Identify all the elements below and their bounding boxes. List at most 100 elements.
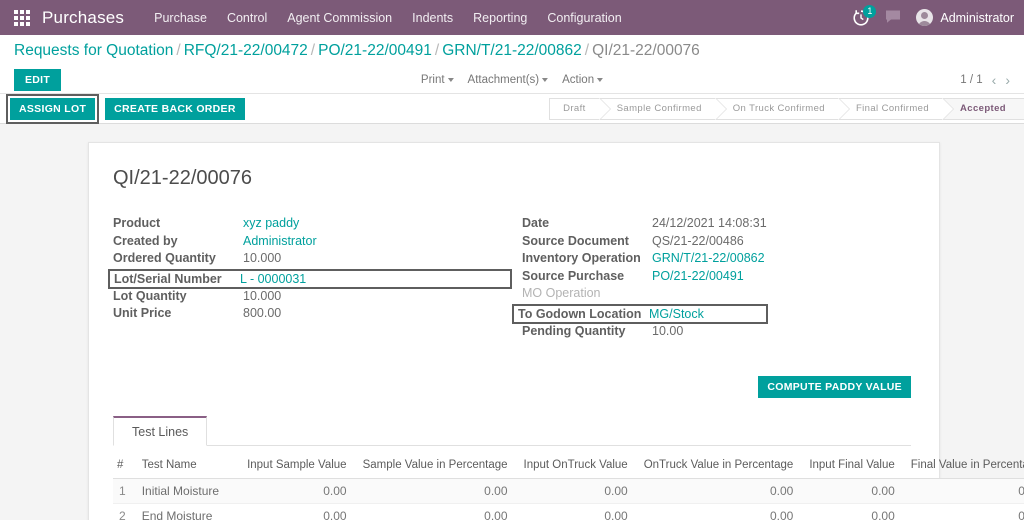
notebook: Test Lines # Test Name Input Sample Valu… [113,415,1024,520]
cell-final-value-percentage: 0.00 [902,478,1024,504]
column-header-input-sample-value: Input Sample Value [239,454,355,479]
field-label-unit-price: Unit Price [113,306,172,321]
breadcrumb-separator: / [176,42,181,59]
create-back-order-button[interactable]: Create Back Order [105,97,245,120]
field-label-source-document: Source Document [522,233,629,248]
chat-bubble-icon[interactable] [884,9,902,27]
app-brand-title[interactable]: Purchases [42,8,124,28]
menu-item-purchase[interactable]: Purchase [154,11,207,25]
cell-index: 1 [113,478,134,504]
field-label-date: Date [522,216,550,230]
action-dropdown[interactable]: Action [562,74,604,86]
apps-grid-icon[interactable] [14,9,30,26]
chevron-down-icon [597,77,604,82]
menu-item-configuration[interactable]: Configuration [547,11,621,25]
breadcrumb-separator: / [434,42,440,59]
field-value-unit-price: 800.00 [243,306,282,321]
notebook-tabs: Test Lines [113,415,911,446]
form-sheet: QI/21-22/00076 Product xyz paddy Created… [88,142,1024,520]
user-menu[interactable]: Administrator [916,9,1014,26]
menu-item-agent-commission[interactable]: Agent Commission [287,11,392,25]
control-panel-dropdowns: Print Attachment(s) Action [421,74,604,86]
menu-item-indents[interactable]: Indents [412,11,453,25]
print-dropdown[interactable]: Print [421,74,454,86]
field-lot-serial-number: Lot/Serial Number L - 0000031 [108,268,512,289]
column-header-sample-value-in-percentage: Sample Value in Percentage [354,454,516,479]
breadcrumb: Requests for Quotation / RFQ/21-22/00472/P… [14,42,1010,60]
field-value-created-by[interactable]: Administrator [243,234,317,248]
navbar-right-tools: 1 Administrator [852,4,1014,27]
breadcrumb-item-rfq[interactable]: RFQ/21-22/00472 [184,42,308,59]
field-unit-price: Unit Price 800.00 [113,306,512,324]
cell-test-name: Initial Moisture [133,478,240,504]
column-header-ontruck-value-in-percentage: OnTruck Value in Percentage [635,454,802,479]
field-value-date: 24/12/2021 14:08:31 [652,216,767,230]
breadcrumb-item-requests-for-quotation[interactable]: Requests for Quotation [14,42,173,59]
field-value-source-purchase[interactable]: PO/21-22/00491 [652,269,744,283]
field-label-to-godown-location: To Godown Location [518,306,642,321]
cell-index: 2 [113,503,134,520]
field-value-to-godown-location[interactable]: MG/Stock [649,307,704,321]
status-on-truck-confirmed[interactable]: On Truck Confirmed [714,97,851,120]
breadcrumb-item-current: QI/21-22/00076 [592,42,700,59]
status-final-confirmed[interactable]: Final Confirmed [837,97,955,120]
column-header-final-value-in-percentage: Final Value in Percentage [902,454,1024,479]
compute-paddy-value-button[interactable]: Compute Paddy Value [758,375,911,398]
field-mo-operation: MO Operation [522,286,911,304]
control-panel: Requests for Quotation / RFQ/21-22/00472/P… [0,35,1024,94]
field-value-product[interactable]: xyz paddy [243,216,299,230]
field-label-lot-quantity: Lot Quantity [113,288,187,303]
print-dropdown-label: Print [420,74,445,86]
field-inventory-operation: Inventory Operation GRN/T/21-22/00862 [522,251,911,269]
user-name-label: Administrator [940,10,1014,25]
form-columns: Product xyz paddy Created by Administrat… [108,216,911,342]
field-value-lot-quantity: 10.000 [243,288,282,303]
menu-item-control[interactable]: Control [227,11,267,25]
field-date: Date 24/12/2021 14:08:31 [522,216,911,234]
status-accepted[interactable]: Accepted [942,97,1024,120]
breadcrumb-item-grn[interactable]: GRN/T/21-22/00862 [442,42,582,59]
field-product: Product xyz paddy [113,216,512,234]
chevron-left-icon[interactable]: ‹ [992,72,997,88]
main-menu: Purchase Control Agent Commission Indent… [154,11,852,25]
cell-sample-value-percentage: 0.00 [354,503,516,520]
field-label-lot-serial-number: Lot/Serial Number [114,271,222,286]
pager-count: 1 / 1 [960,74,983,86]
cell-input-sample-value: 0.00 [239,478,355,504]
column-header-input-ontruck-value: Input OnTruck Value [515,454,636,479]
field-value-inventory-operation[interactable]: GRN/T/21-22/00862 [652,251,765,265]
table-row[interactable]: 1 Initial Moisture 0.00 0.00 0.00 0.00 0… [113,478,1024,504]
field-label-mo-operation: MO Operation [522,286,601,301]
field-value-ordered-quantity: 10.000 [243,251,282,266]
form-column-right: Date 24/12/2021 14:08:31 Source Document… [512,216,911,342]
chevron-down-icon [447,77,454,82]
assign-lot-highlight-box: Assign Lot [6,93,100,124]
cell-input-final-value: 0.00 [801,503,903,520]
field-label-created-by: Created by [113,233,178,248]
menu-item-reporting[interactable]: Reporting [473,11,527,25]
form-column-left: Product xyz paddy Created by Administrat… [108,216,512,342]
field-label-pending-quantity: Pending Quantity [522,323,626,338]
field-label-inventory-operation: Inventory Operation [522,251,641,266]
breadcrumb-item-po[interactable]: PO/21-22/00491 [318,42,432,59]
field-source-document: Source Document QS/21-22/00486 [522,234,911,252]
field-to-godown-location: To Godown Location MG/Stock [512,303,768,324]
cell-input-final-value: 0.00 [801,478,903,504]
field-lot-quantity: Lot Quantity 10.000 [113,289,512,307]
column-header-index: # [113,454,134,479]
activity-clock-icon[interactable]: 1 [852,4,877,27]
assign-lot-button[interactable]: Assign Lot [10,97,96,120]
chevron-right-icon[interactable]: › [1005,72,1010,88]
edit-button[interactable]: Edit [14,69,62,91]
tab-test-lines[interactable]: Test Lines [113,415,208,446]
status-sample-confirmed[interactable]: Sample Confirmed [598,97,727,120]
status-bar: Draft Sample Confirmed On Truck Confirme… [549,97,1024,120]
table-row[interactable]: 2 End Moisture 0.00 0.00 0.00 0.00 0.00 … [113,503,1024,520]
table-header-row: # Test Name Input Sample Value Sample Va… [113,454,1024,479]
status-draft[interactable]: Draft [549,97,611,120]
attachments-dropdown[interactable]: Attachment(s) [468,74,549,86]
field-value-pending-quantity: 10.00 [652,323,684,338]
field-value-lot-serial-number[interactable]: L - 0000031 [240,272,306,286]
breadcrumb-separator: / [310,42,316,59]
compute-row: Compute Paddy Value [113,375,911,398]
